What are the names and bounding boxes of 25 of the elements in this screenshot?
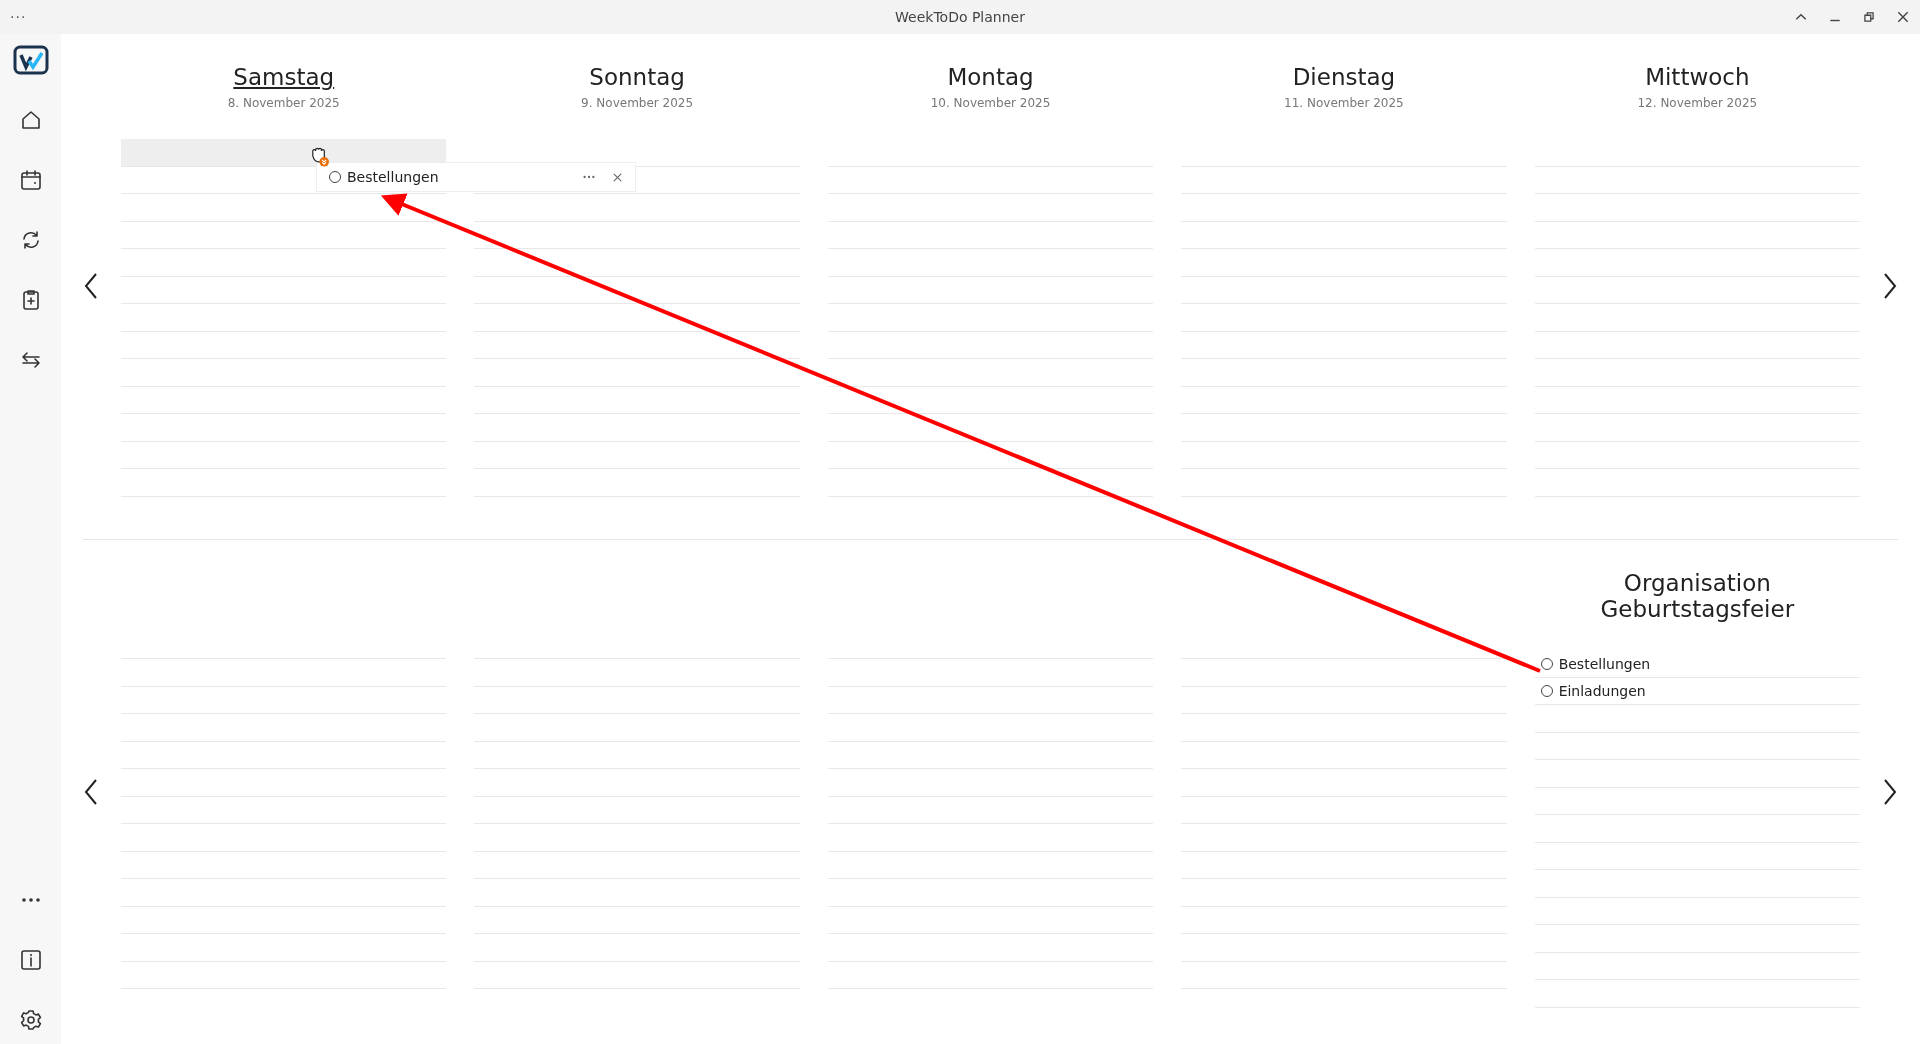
menu-button[interactable]: ··· (0, 9, 27, 25)
info-icon[interactable] (18, 948, 43, 972)
day-date: 11. November 2025 (1284, 96, 1404, 110)
restore-icon[interactable] (1862, 10, 1876, 24)
day-name[interactable]: Samstag (233, 64, 335, 90)
day-name[interactable]: Sonntag (589, 64, 685, 90)
logo-icon[interactable] (12, 45, 49, 75)
calendar-icon[interactable] (18, 168, 43, 192)
day-date: 9. November 2025 (581, 96, 694, 110)
settings-icon[interactable] (18, 1008, 43, 1032)
day-name[interactable]: Montag (947, 64, 1034, 90)
day-date: 8. November 2025 (227, 96, 340, 110)
list-title[interactable]: Organisation Geburtstagsfeier (1577, 569, 1818, 623)
task-text: Bestellungen (347, 169, 439, 185)
task-text[interactable]: Einladungen (1558, 683, 1646, 700)
delete-icon[interactable] (612, 171, 623, 183)
close-icon[interactable] (1896, 10, 1910, 24)
window-title: WeekToDo Planner (895, 9, 1025, 25)
day-name[interactable]: Mittwoch (1645, 64, 1750, 90)
more-icon[interactable] (582, 175, 596, 179)
day-date: 12. November 2025 (1637, 96, 1758, 110)
day-date: 10. November 2025 (930, 96, 1051, 110)
task-text[interactable]: Bestellungen (1558, 655, 1651, 672)
dragged-task[interactable]: Bestellungen (316, 162, 636, 192)
day-name[interactable]: Dienstag (1292, 64, 1396, 90)
